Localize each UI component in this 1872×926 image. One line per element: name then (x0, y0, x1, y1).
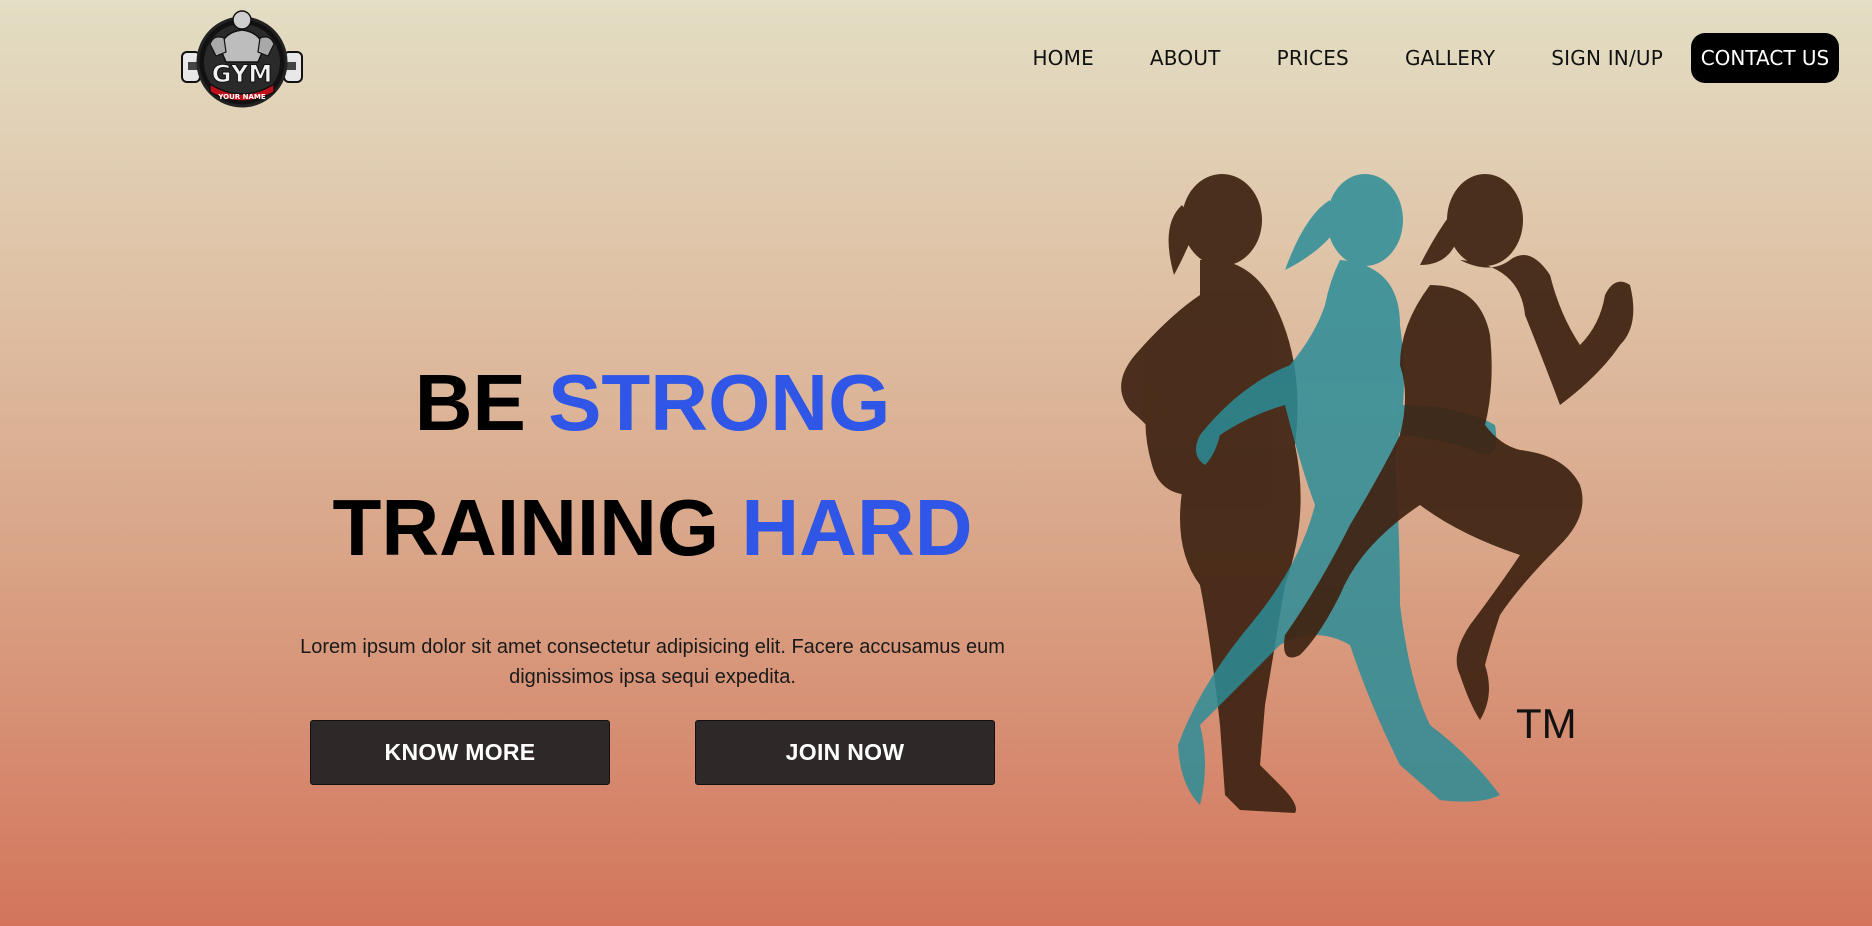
logo-title: GYM (212, 60, 272, 88)
nav-about[interactable]: ABOUT (1150, 46, 1221, 70)
main-nav: HOME ABOUT PRICES GALLERY SIGN IN/UP CON… (1032, 33, 1839, 83)
hero-buttons: KNOW MORE JOIN NOW (310, 720, 995, 785)
headline-word-strong: STRONG (548, 358, 891, 447)
gym-logo-emblem: GYM YOUR NAME (181, 10, 303, 108)
headline-line-2: TRAINING HARD (280, 465, 1025, 590)
hero-section: BE STRONG TRAINING HARD Lorem ipsum dolo… (280, 340, 1025, 692)
nav-home[interactable]: HOME (1032, 46, 1093, 70)
nav-gallery[interactable]: GALLERY (1405, 46, 1495, 70)
know-more-button[interactable]: KNOW MORE (310, 720, 610, 785)
logo-subtitle: YOUR NAME (217, 93, 266, 101)
gym-logo[interactable]: GYM YOUR NAME (180, 4, 304, 110)
headline-line-1: BE STRONG (280, 340, 1025, 465)
hero-description: Lorem ipsum dolor sit amet consectetur a… (300, 636, 1005, 688)
runner-left-figure (1121, 174, 1301, 813)
trademark-symbol: TM (1516, 700, 1577, 747)
nav-prices[interactable]: PRICES (1277, 46, 1349, 70)
contact-us-button[interactable]: CONTACT US (1691, 33, 1839, 83)
headline-word-training: TRAINING (332, 483, 720, 572)
headline-word-be: BE (414, 358, 526, 447)
headline-word-hard: HARD (741, 483, 973, 572)
join-now-button[interactable]: JOIN NOW (695, 720, 995, 785)
nav-sign-in-up[interactable]: SIGN IN/UP (1551, 46, 1663, 70)
